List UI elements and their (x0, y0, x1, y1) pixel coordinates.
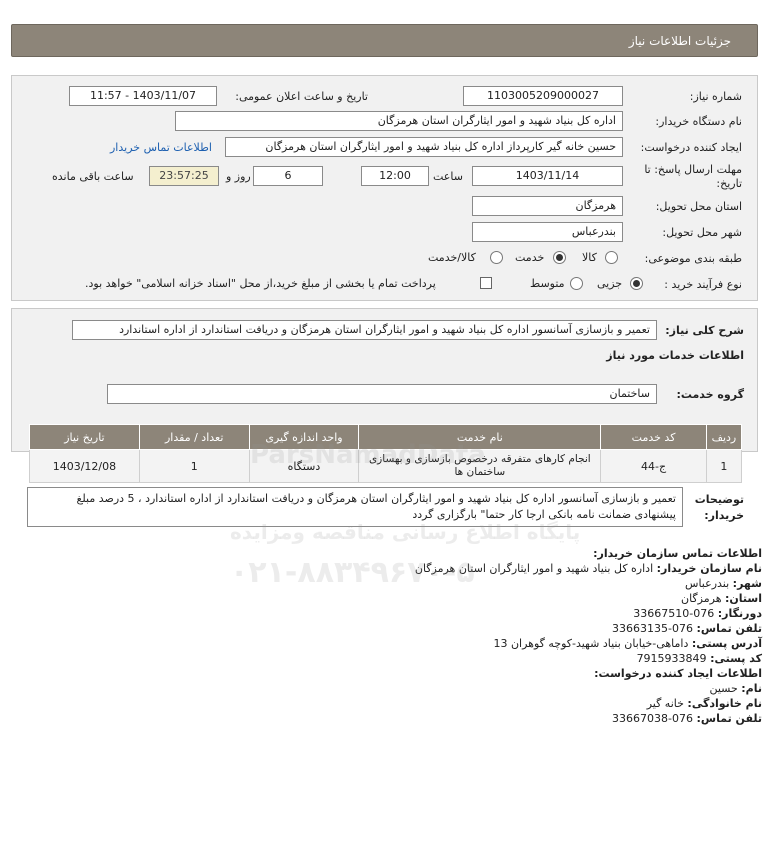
process-radio-minor[interactable] (630, 277, 643, 290)
city-label: شهر محل تحویل: (662, 226, 742, 239)
page-header: جزئیات اطلاعات نیاز (11, 24, 758, 57)
contact-province-line: استان: هرمزگان (681, 592, 762, 605)
contact-address-line: آدرس پستی: داماهی-خیابان بنیاد شهید-کوچه… (493, 637, 762, 650)
process-label: نوع فرآیند خرید : (664, 278, 742, 291)
contact-city: بندرعباس (685, 577, 730, 590)
col-row: ردیف (705, 424, 743, 450)
creator-family-line: نام خانوادگی: خانه گیر (646, 697, 762, 710)
deadline-label: مهلت ارسال پاسخ: تا تاریخ: (644, 163, 742, 190)
province-field: هرمزگان (472, 196, 623, 216)
deadline-time-label: ساعت (433, 170, 463, 183)
buyer-notes-box: تعمیر و بازسازی آسانسور اداره کل بنیاد ش… (27, 487, 683, 527)
contact-title: اطلاعات تماس سازمان خریدار: (593, 547, 762, 560)
announce-label: تاریخ و ساعت اعلان عمومی: (235, 90, 368, 103)
category-option-goods-service: کالا/خدمت (428, 251, 476, 264)
buyer-contact-link[interactable]: اطلاعات تماس خریدار (110, 141, 212, 154)
process-option-minor: جزیی (597, 277, 623, 290)
remaining-timer: 23:57:25 (149, 166, 219, 186)
contact-postal-line: کد پستی: 7915933849 (636, 652, 762, 665)
table-row: 1 ج-44 انجام کارهای متفرقه درخصوص بازساز… (29, 449, 743, 483)
buyer-org-field: اداره کل بنیاد شهید و امور ایثارگران است… (175, 111, 623, 131)
col-qty: تعداد / مقدار (138, 424, 250, 450)
province-label: استان محل تحویل: (655, 200, 742, 213)
category-radio-goods[interactable] (605, 251, 618, 264)
cell-code: ج-44 (600, 449, 707, 483)
cell-date: 1403/12/08 (29, 449, 140, 483)
days-field: 6 (253, 166, 323, 186)
contact-city-line: شهر: بندرعباس (685, 577, 762, 590)
category-radio-goods-service[interactable] (490, 251, 503, 264)
contact-address: داماهی-خیابان بنیاد شهید-کوچه گوهران 13 (493, 637, 689, 650)
announce-field: 1403/11/07 - 11:57 (69, 86, 217, 106)
service-group-label: گروه خدمت: (676, 388, 744, 401)
city-field: بندرعباس (472, 222, 623, 242)
buyer-org-label: نام دستگاه خریدار: (655, 115, 742, 128)
category-label: طبقه بندی موضوعی: (644, 252, 742, 265)
services-section-title: اطلاعات خدمات مورد نیاز (606, 349, 744, 362)
deadline-time-field: 12:00 (361, 166, 429, 186)
description-label: شرح کلی نیاز: (665, 324, 744, 337)
creator-label: ایجاد کننده درخواست: (640, 141, 742, 154)
category-radio-service[interactable] (553, 251, 566, 264)
service-group-field: ساختمان (107, 384, 657, 404)
table-header-row: ردیف کد خدمت نام خدمت واحد اندازه گیری ت… (29, 424, 743, 450)
contact-org: اداره کل بنیاد شهید و امور ایثارگران است… (414, 562, 654, 575)
cell-unit: دستگاه (248, 449, 360, 483)
payment-note: پرداخت تمام یا بخشی از مبلغ خرید،از محل … (85, 277, 436, 290)
buyer-notes-text: تعمیر و بازسازی آسانسور اداره کل بنیاد ش… (76, 492, 677, 521)
contact-phone-line: تلفن تماس: 076-33663135 (612, 622, 762, 635)
cell-qty: 1 (138, 449, 250, 483)
process-option-medium: متوسط (530, 277, 565, 290)
description-field: تعمیر و بازسازی آسانسور اداره کل بنیاد ش… (72, 320, 657, 340)
buyer-notes-label: توضیحات خریدار: (694, 493, 744, 522)
process-radio-medium[interactable] (570, 277, 583, 290)
contact-province: هرمزگان (681, 592, 722, 605)
services-table: ردیف کد خدمت نام خدمت واحد اندازه گیری ت… (29, 424, 743, 483)
creator-phone: 076-33667038 (612, 712, 694, 725)
creator-phone-line: تلفن تماس: 076-33667038 (612, 712, 762, 725)
contact-fax: 076-33667510 (633, 607, 715, 620)
contact-org-line: نام سازمان خریدار: اداره کل بنیاد شهید و… (414, 562, 762, 575)
creator-field: حسین خانه گیر کارپرداز اداره کل بنیاد شه… (225, 137, 623, 157)
need-number-field: 1103005209000027 (463, 86, 623, 106)
cell-row: 1 (705, 449, 743, 483)
creator-name-line: نام: حسین (709, 682, 762, 695)
category-option-goods: کالا (582, 251, 597, 264)
creator-info-title: اطلاعات ایجاد کننده درخواست: (594, 667, 762, 680)
contact-phone: 076-33663135 (612, 622, 694, 635)
contact-fax-line: دورنگار: 076-33667510 (633, 607, 762, 620)
col-unit: واحد اندازه گیری (248, 424, 360, 450)
creator-name: حسین (709, 682, 738, 695)
category-option-service: خدمت (515, 251, 545, 264)
deadline-date-field: 1403/11/14 (472, 166, 623, 186)
days-label: روز و (226, 170, 251, 183)
col-code: کد خدمت (600, 424, 707, 450)
remaining-label: ساعت باقی مانده (52, 170, 134, 183)
cell-name: انجام کارهای متفرقه درخصوص بازسازی و بهس… (358, 449, 602, 483)
page-title: جزئیات اطلاعات نیاز (628, 34, 731, 48)
need-number-label: شماره نیاز: (689, 90, 742, 103)
payment-checkbox[interactable] (480, 277, 492, 289)
col-name: نام خدمت (358, 424, 602, 450)
col-date: تاریخ نیاز (29, 424, 140, 450)
creator-family: خانه گیر (646, 697, 684, 710)
contact-postal: 7915933849 (636, 652, 707, 665)
